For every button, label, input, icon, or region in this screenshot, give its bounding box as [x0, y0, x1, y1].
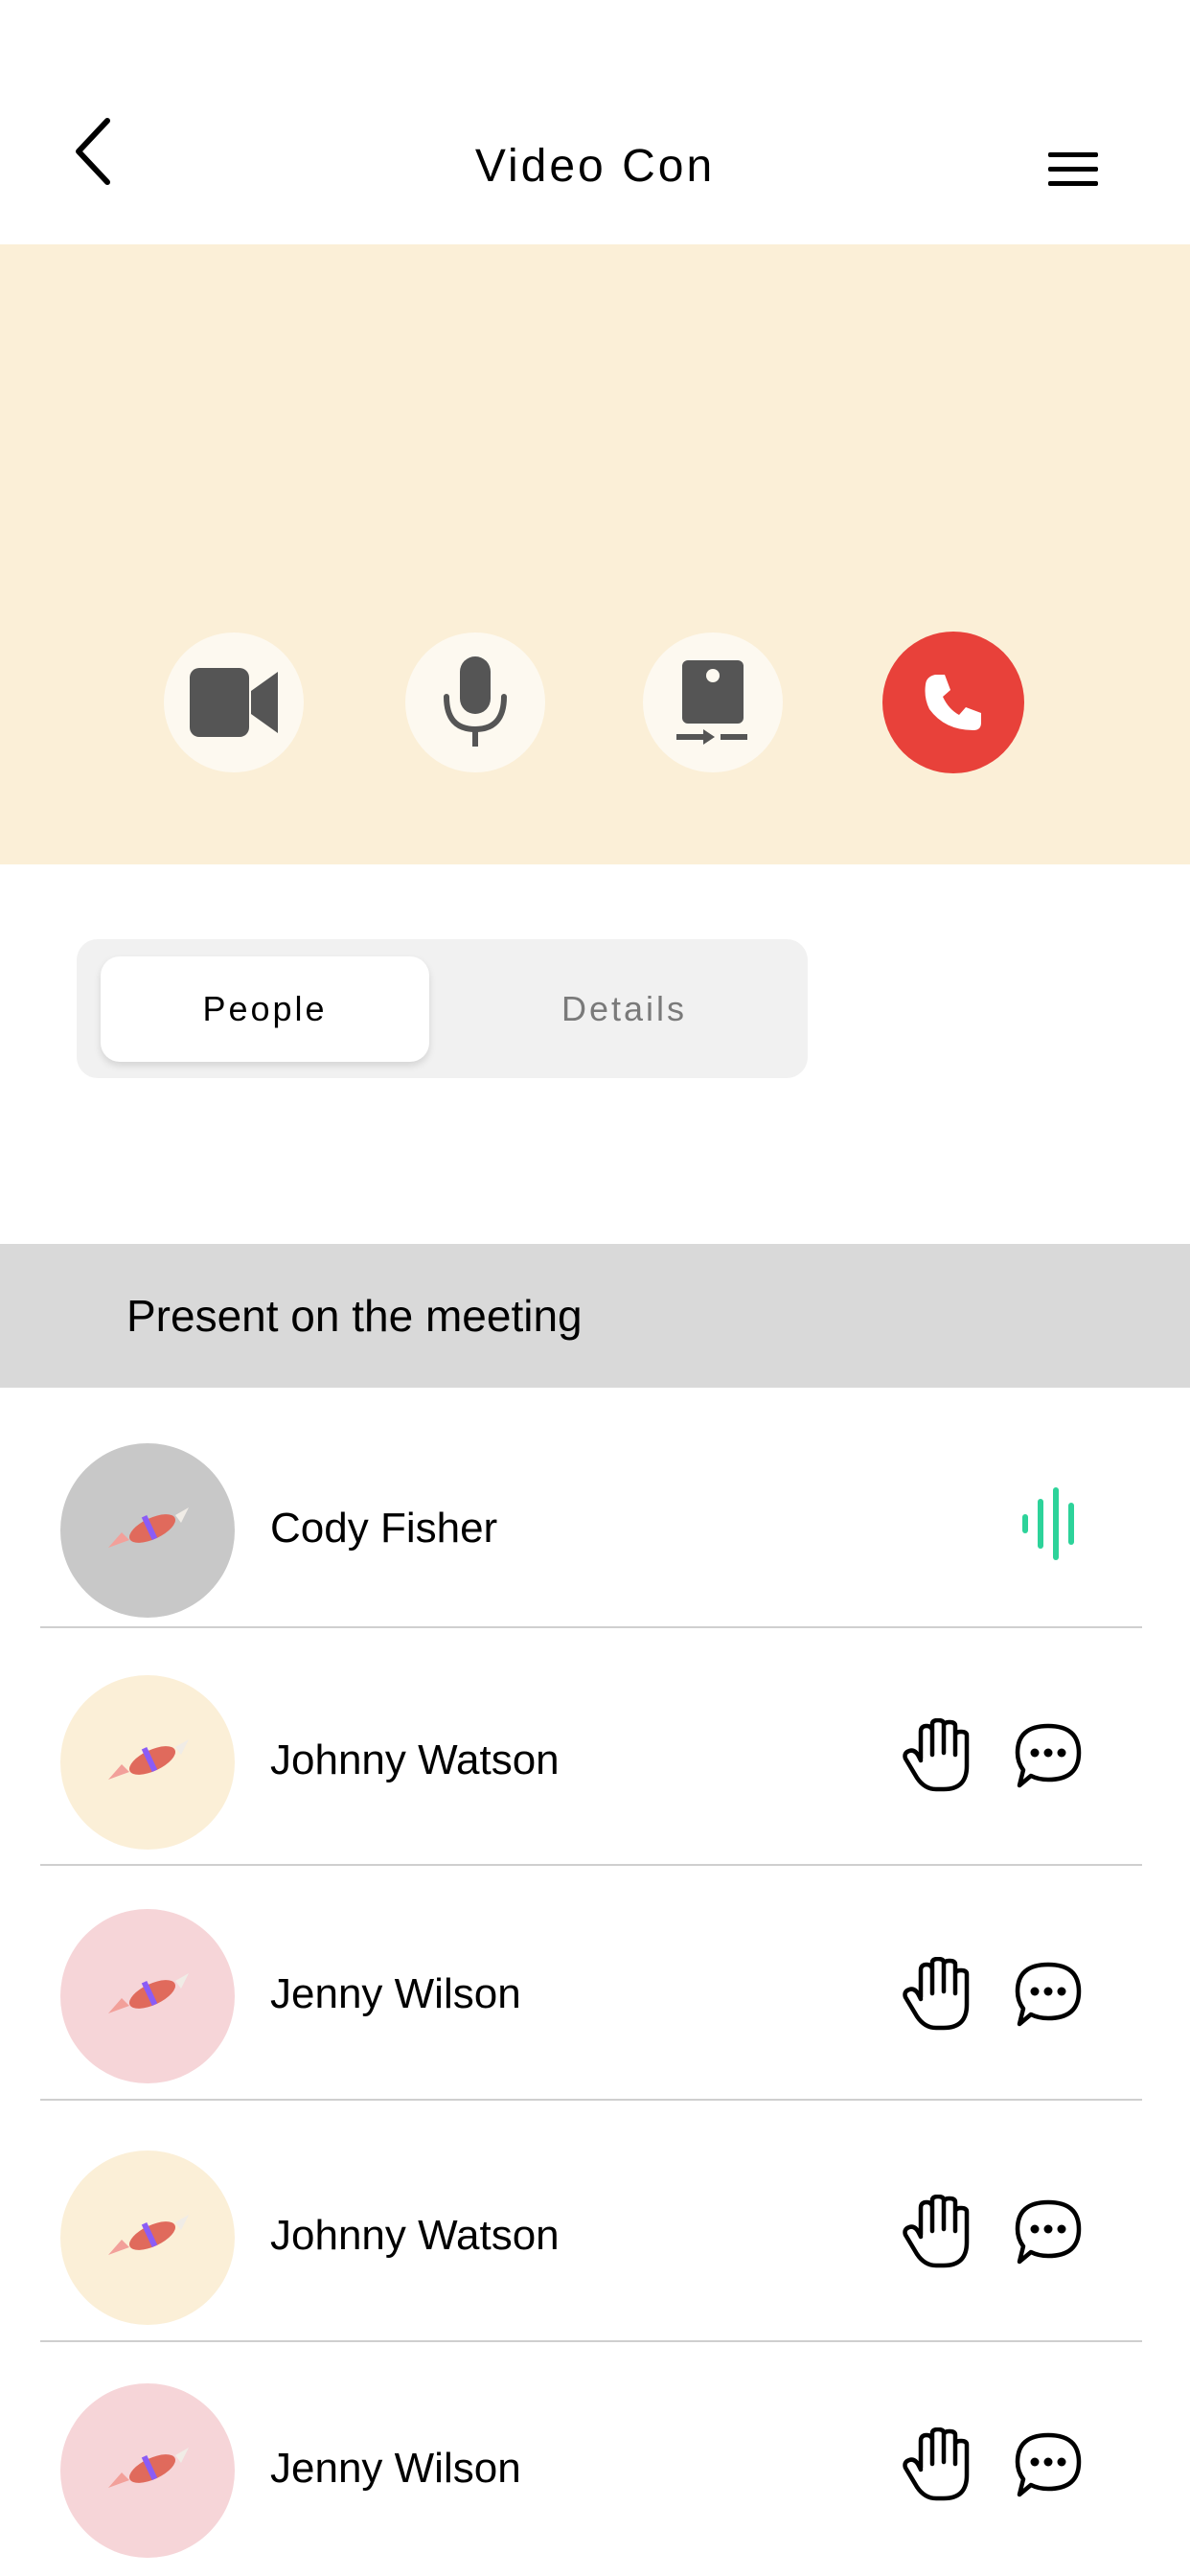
- hamburger-menu-icon: [1048, 152, 1098, 186]
- hand-icon: [903, 2195, 970, 2268]
- page-title: Video Con: [474, 141, 716, 192]
- participant-row[interactable]: Cody Fisher: [0, 1433, 1190, 1624]
- chat-button[interactable]: [1010, 2194, 1087, 2270]
- participant-name: Johnny Watson: [270, 2212, 560, 2259]
- phone-end-icon: [925, 675, 981, 730]
- rocket-icon: [108, 2448, 189, 2488]
- raise-hand-button[interactable]: [899, 2194, 975, 2270]
- app-header: Video Con: [0, 0, 1190, 244]
- participant-row[interactable]: Johnny Watson: [0, 2140, 1190, 2332]
- chat-button[interactable]: [1010, 1956, 1087, 2033]
- participant-row[interactable]: Jenny Wilson: [0, 2373, 1190, 2564]
- row-divider: [40, 1864, 1142, 1866]
- chat-bubble-icon: [1015, 1723, 1082, 1788]
- tab-details[interactable]: Details: [460, 956, 789, 1062]
- tab-people[interactable]: People: [101, 956, 429, 1062]
- rocket-icon: [108, 1739, 189, 1780]
- hand-icon: [903, 1957, 970, 2031]
- participant-name: Cody Fisher: [270, 1505, 498, 1552]
- screen-share-icon: [676, 660, 747, 745]
- video-camera-icon: [190, 668, 278, 737]
- avatar: [60, 1675, 235, 1850]
- chat-bubble-icon: [1015, 2199, 1082, 2265]
- end-call-button[interactable]: [882, 632, 1024, 773]
- participant-row[interactable]: Johnny Watson: [0, 1665, 1190, 1856]
- avatar: [60, 2383, 235, 2558]
- participant-name: Johnny Watson: [270, 1736, 560, 1783]
- row-divider: [40, 2340, 1142, 2342]
- rocket-icon: [108, 1507, 189, 1548]
- screen-share-button[interactable]: [643, 632, 783, 772]
- hand-icon: [903, 2427, 970, 2501]
- section-title: Present on the meeting: [126, 1291, 583, 1341]
- chat-button[interactable]: [1010, 1717, 1087, 1794]
- raise-hand-button[interactable]: [899, 1956, 975, 2033]
- tab-switcher: People Details: [77, 939, 808, 1078]
- avatar: [60, 2150, 235, 2325]
- video-preview: [0, 244, 1190, 864]
- audio-wave-icon: [1022, 1487, 1074, 1560]
- avatar: [60, 1443, 235, 1618]
- section-header: Present on the meeting: [0, 1244, 1190, 1388]
- chat-button[interactable]: [1010, 2426, 1087, 2503]
- chat-bubble-icon: [1015, 2432, 1082, 2497]
- rocket-icon: [108, 2215, 189, 2255]
- raise-hand-button[interactable]: [899, 1717, 975, 1794]
- rocket-icon: [108, 1973, 189, 2013]
- hand-icon: [903, 1718, 970, 1792]
- participant-name: Jenny Wilson: [270, 1970, 521, 2017]
- avatar: [60, 1909, 235, 2083]
- microphone-icon: [444, 656, 507, 747]
- participant-row[interactable]: Jenny Wilson: [0, 1898, 1190, 2090]
- microphone-toggle-button[interactable]: [405, 632, 545, 772]
- menu-button[interactable]: [1044, 149, 1102, 191]
- raise-hand-button[interactable]: [899, 2426, 975, 2503]
- row-divider: [40, 2099, 1142, 2101]
- row-divider: [40, 1626, 1142, 1628]
- chat-bubble-icon: [1015, 1962, 1082, 2027]
- camera-toggle-button[interactable]: [164, 632, 304, 772]
- participant-name: Jenny Wilson: [270, 2445, 521, 2492]
